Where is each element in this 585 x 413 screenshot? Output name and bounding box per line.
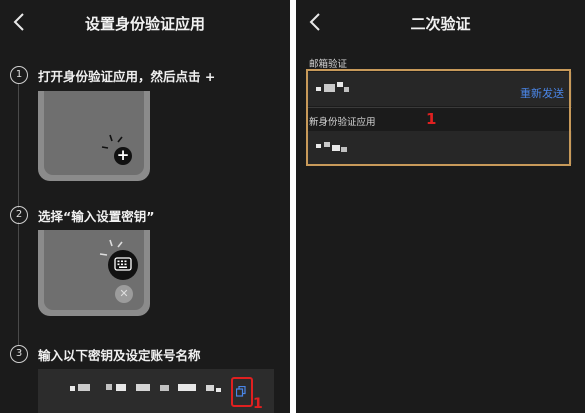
step-number: 1 bbox=[10, 66, 28, 84]
header: 设置身份验证应用 bbox=[0, 0, 290, 44]
phone-illustration: ✕ bbox=[38, 230, 150, 316]
setup-authenticator-screen: 设置身份验证应用 1 打开身份验证应用，然后点击 + + 2 选择“输入设置密钥… bbox=[0, 0, 290, 413]
step-number: 3 bbox=[10, 345, 28, 363]
step-connector bbox=[18, 83, 19, 208]
header: 二次验证 bbox=[296, 0, 585, 44]
email-verification-label: 邮箱验证 bbox=[309, 59, 348, 70]
step-text: 打开身份验证应用，然后点击 + bbox=[38, 69, 216, 84]
secret-key-field bbox=[38, 369, 274, 413]
step-connector bbox=[18, 222, 19, 346]
phone-illustration: + bbox=[38, 91, 150, 181]
plus-icon: + bbox=[114, 147, 132, 165]
step-number: 2 bbox=[10, 206, 28, 224]
highlight-box bbox=[306, 69, 571, 166]
close-icon: ✕ bbox=[115, 285, 133, 303]
page-title: 二次验证 bbox=[410, 15, 471, 33]
step-text: 输入以下密钥及设定账号名称 bbox=[38, 348, 201, 363]
step-text: 选择“输入设置密钥” bbox=[38, 209, 155, 224]
copy-icon[interactable] bbox=[231, 377, 253, 407]
keyboard-icon bbox=[108, 250, 138, 280]
page-title: 设置身份验证应用 bbox=[84, 15, 205, 33]
annotation-number: 1 bbox=[253, 396, 263, 412]
two-factor-verification-screen: 二次验证 邮箱验证 重新发送 新身份验证应用 1 bbox=[296, 0, 585, 413]
